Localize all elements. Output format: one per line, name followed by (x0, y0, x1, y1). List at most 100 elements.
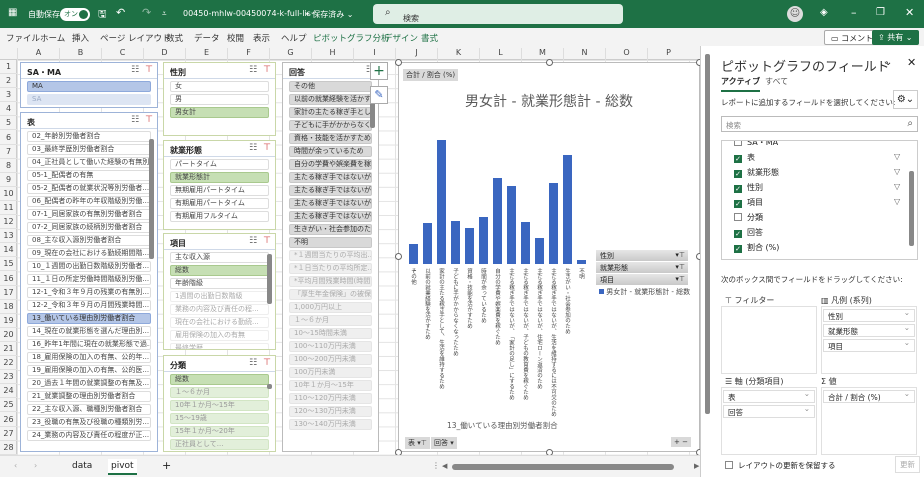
slicer-item[interactable]: 10年１か月～15年 (289, 380, 372, 391)
field-checkbox[interactable] (734, 141, 742, 146)
field-item[interactable]: ✓ 就業形態 ▽ (734, 167, 900, 178)
slicer-item[interactable]: 10年１か月～15年 (170, 400, 269, 411)
slicer-item[interactable]: 110～120万円未満 (289, 393, 372, 404)
slicer-item[interactable]: MA (27, 81, 151, 92)
slicer-item[interactable]: パートタイム (170, 159, 269, 170)
pane-scrollbar[interactable] (705, 54, 710, 414)
slicer-item[interactable]: 10～15時間未満 (289, 328, 372, 339)
slicer-item[interactable]: 21_就業調整の理由別労働者割合 (27, 391, 151, 402)
field-checkbox[interactable]: ✓ (734, 230, 742, 238)
multi-select-icon[interactable]: ☷ (249, 65, 257, 75)
slicer-item[interactable]: 04_正社員として働いた経験の有無別... (27, 157, 151, 168)
slicer-scrollbar[interactable] (267, 384, 272, 389)
share-button[interactable]: ⇪ 共有 ⌄ (872, 30, 919, 45)
slicer-item[interactable]: １～６か月 (289, 315, 372, 326)
tab-pivotchart-analyze[interactable]: ピボットグラフ分析 (313, 32, 390, 44)
area-field-pill[interactable]: 表 (723, 389, 815, 403)
slicer-item[interactable]: 項目 ☷ ⊤ 主な収入源 総数 年齢階級 1週間の出勤日数階級 業務の内容及び責任の程... 現… (163, 233, 276, 350)
column-header-k[interactable]: K (437, 48, 479, 60)
clear-filter-icon[interactable]: ⊤ (145, 115, 153, 125)
row-header[interactable]: 23 (0, 370, 17, 385)
slicer-item[interactable]: 主たる稼ぎ手ではないが... (289, 172, 372, 183)
area-field-pill[interactable]: 合計 / 割合 (%) (823, 389, 915, 403)
multi-select-icon[interactable]: ☷ (131, 65, 139, 75)
gear-icon[interactable]: ⚙⌄ (893, 90, 918, 109)
tab-page-layout[interactable]: ページ レイアウト (100, 32, 171, 44)
slicer-item[interactable]: 20_過去１年間の就業調整の有無及... (27, 378, 151, 389)
slicer-item[interactable]: 15～19歳 (170, 413, 269, 424)
slicer-item[interactable]: 16_昨年1年間に現在の就業形態で過... (27, 339, 151, 350)
row-header[interactable]: 27 (0, 427, 17, 441)
slicer-item[interactable]: 12-2_令和３年９月の月間残業時間... (27, 300, 151, 311)
slicer-item[interactable]: 正社員として... (170, 439, 269, 450)
tab-review[interactable]: 校閲 (227, 32, 244, 44)
slicer-item[interactable]: 総数 (170, 374, 269, 385)
clear-filter-icon[interactable]: ⊤ (145, 65, 153, 75)
expand-collapse-buttons[interactable]: + − (671, 437, 691, 447)
slicer-item[interactable]: 資格・技能を活かすため (289, 133, 372, 144)
slicer-item[interactable]: 14_現在の就業形態を選んだ理由別... (27, 326, 151, 337)
sheet-tab-pivot[interactable]: pivot (108, 459, 137, 475)
field-filter-icon[interactable]: ▽ (894, 197, 900, 206)
slicer-item[interactable]: 不明 (289, 237, 372, 248)
slicer-item[interactable]: 男 (170, 94, 269, 105)
row-header[interactable]: 10 (0, 187, 17, 201)
clear-filter-icon[interactable]: ⊤ (263, 143, 271, 153)
row-header[interactable]: 28 (0, 441, 17, 455)
search-box[interactable]: ⌕ 検索 (373, 4, 623, 24)
row-header[interactable]: 18 (0, 300, 17, 314)
row-header[interactable]: 17 (0, 286, 17, 300)
tab-design[interactable]: デザイン (384, 32, 418, 44)
resize-handle[interactable] (546, 59, 553, 66)
values-drop-area[interactable]: 合計 / 割合 (%) (821, 387, 917, 455)
slicer-sa-ma[interactable]: SA・MA ☷ ⊤ MA SA (20, 62, 158, 108)
row-header[interactable]: 14 (0, 243, 17, 258)
resize-handle[interactable] (395, 59, 402, 66)
tab-file[interactable]: ファイル (6, 32, 40, 44)
slicer-item[interactable]: 13_働いている理由別労働者割合 (27, 313, 151, 324)
undo-icon[interactable]: ↶ (116, 6, 125, 19)
slicer-scrollbar[interactable] (267, 254, 272, 304)
tab-formulas[interactable]: 数式 (166, 32, 183, 44)
slicer-item[interactable]: 22_主な収入源、職種別労働者割合 (27, 404, 151, 415)
redo-icon[interactable]: ↷ (142, 6, 151, 19)
slicer-item[interactable]: 主たる稼ぎ手ではないが... (289, 198, 372, 209)
area-field-pill[interactable]: 回答 (723, 404, 815, 418)
area-field-pill[interactable]: 就業形態 (823, 323, 915, 337)
pivot-chart[interactable]: 合計 / 割合 (%) 男女計 - 就業形態計 - 総数 その他 以前の就業経験を… (398, 62, 700, 452)
axis-field-button-answer[interactable]: 回答 ▾ (431, 437, 457, 449)
column-header-c[interactable]: C (101, 48, 143, 60)
field-filter-icon[interactable]: ▽ (894, 167, 900, 176)
row-header[interactable]: 21 (0, 342, 17, 356)
slicer-item[interactable]: 現在の会社における勤続... (170, 317, 269, 328)
tab-active[interactable]: アクティブ (721, 76, 761, 92)
slicer-item[interactable]: 就業形態計 (170, 172, 269, 183)
column-header-g[interactable]: G (269, 48, 311, 60)
chart-bar[interactable] (521, 221, 530, 264)
row-header[interactable]: 19 (0, 314, 17, 328)
minimize-icon[interactable]: – (851, 6, 857, 19)
column-header-n[interactable]: N (563, 48, 605, 60)
slicer-item[interactable]: 09_現在の会社における勤続期間階... (27, 248, 151, 259)
tab-all[interactable]: すべて (765, 76, 788, 87)
row-header[interactable]: 24 (0, 384, 17, 399)
row-header[interactable]: 6 (0, 131, 17, 145)
resize-handle[interactable] (395, 253, 402, 260)
filter-drop-area[interactable] (721, 306, 817, 374)
legend-field-button-employment[interactable]: 就業形態 ▾⊤ (596, 262, 688, 273)
multi-select-icon[interactable]: ☷ (131, 115, 139, 125)
field-checkbox[interactable]: ✓ (734, 170, 742, 178)
split-handle-icon[interactable]: ⋮ (432, 461, 440, 470)
column-header-j[interactable]: J (395, 48, 437, 60)
row-header[interactable]: 9 (0, 173, 17, 187)
clear-filter-icon[interactable]: ⊤ (263, 65, 271, 75)
add-sheet-icon[interactable]: + (162, 459, 171, 472)
slicer-item[interactable]: 主たる稼ぎ手ではないが... (289, 185, 372, 196)
slicer-item[interactable]: 1週間の出勤日数階級 (170, 291, 269, 302)
column-header-f[interactable]: F (227, 48, 269, 60)
restore-icon[interactable]: ❐ (876, 7, 885, 18)
field-checkbox[interactable] (734, 213, 742, 221)
column-header-e[interactable]: E (185, 48, 227, 60)
slicer-item[interactable]: 11_１日の所定労働時間階級別労働... (27, 274, 151, 285)
row-header[interactable]: 15 (0, 257, 17, 272)
